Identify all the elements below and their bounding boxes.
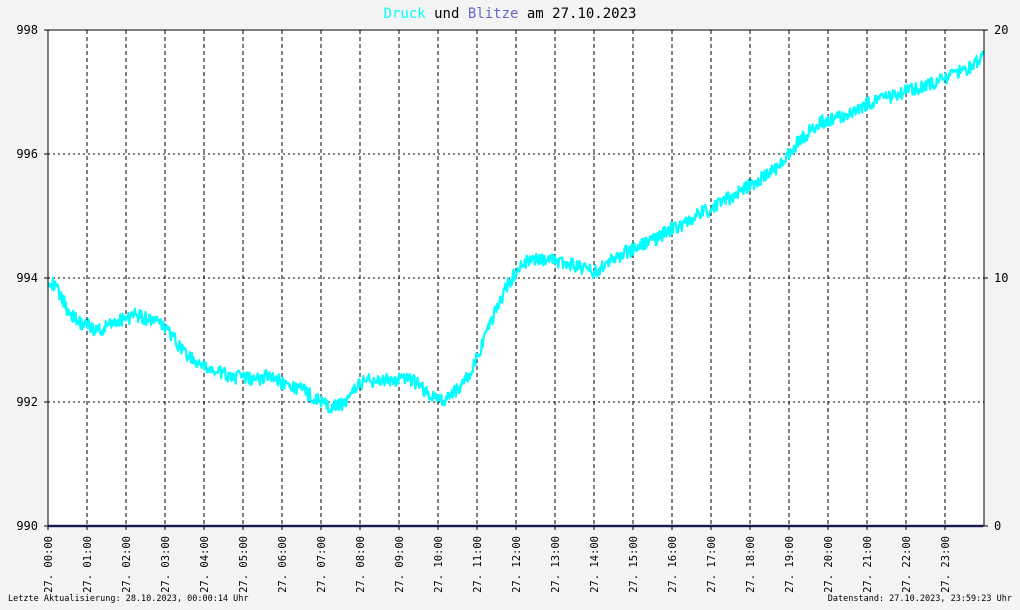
x-tick-label: 27. 22:00 [901, 536, 913, 593]
y-left-tick-label: 998 [16, 23, 38, 37]
x-tick-label: 27. 04:00 [199, 536, 211, 593]
x-tick-label: 27. 08:00 [355, 536, 367, 593]
title-druck: Druck [384, 6, 427, 22]
x-tick-label: 27. 23:00 [940, 536, 952, 593]
x-tick-label: 27. 10:00 [433, 536, 445, 593]
y-left-tick-label: 994 [16, 271, 38, 285]
title-und: und [426, 6, 468, 22]
chart-canvas: Druck und Blitze am 27.10.2023 990 992 994… [0, 0, 1020, 606]
x-tick-label: 27. 02:00 [121, 536, 133, 593]
y-right-tick-label: 10 [994, 271, 1008, 285]
x-tick-label: 27. 05:00 [238, 536, 250, 593]
footer-data-status: Datenstand: 27.10.2023, 23:59:23 Uhr [828, 594, 1012, 604]
y-left-tick-label: 992 [16, 395, 38, 409]
x-tick-label: 27. 09:00 [394, 536, 406, 593]
title-date: am 27.10.2023 [518, 6, 636, 22]
x-tick-label: 27. 01:00 [82, 536, 94, 593]
pressure-lightning-chart: Druck und Blitze am 27.10.2023 990 992 994… [0, 0, 1020, 606]
y-left-tick-label: 996 [16, 147, 38, 161]
x-tick-label: 27. 12:00 [511, 536, 523, 593]
x-tick-label: 27. 16:00 [667, 536, 679, 593]
x-tick-label: 27. 15:00 [628, 536, 640, 593]
y-left-tick-label: 990 [16, 519, 38, 533]
x-tick-label: 27. 17:00 [706, 536, 718, 593]
x-tick-label: 27. 21:00 [862, 536, 874, 593]
x-tick-label: 27. 18:00 [745, 536, 757, 593]
x-tick-label: 27. 13:00 [550, 536, 562, 593]
x-tick-label: 27. 19:00 [784, 536, 796, 593]
x-tick-label: 27. 20:00 [823, 536, 835, 593]
x-tick-label: 27. 14:00 [589, 536, 601, 593]
y-right-tick-label: 20 [994, 23, 1008, 37]
footer-last-update: Letzte Aktualisierung: 28.10.2023, 00:00… [8, 594, 249, 604]
x-tick-label: 27. 00:00 [43, 536, 55, 593]
x-tick-label: 27. 06:00 [277, 536, 289, 593]
title-blitze: Blitze [468, 6, 519, 22]
x-tick-label: 27. 03:00 [160, 536, 172, 593]
x-tick-label: 27. 11:00 [472, 536, 484, 593]
x-tick-label: 27. 07:00 [316, 536, 328, 593]
y-right-tick-label: 0 [994, 519, 1001, 533]
chart-title: Druck und Blitze am 27.10.2023 [384, 6, 637, 22]
